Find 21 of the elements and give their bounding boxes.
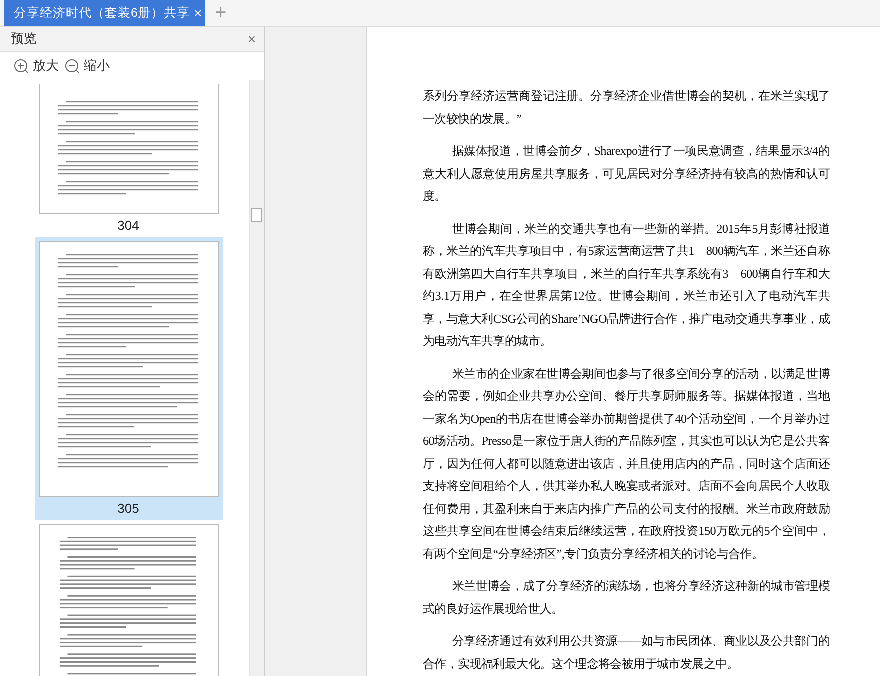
paragraph: 世博会期间，米兰的交通共享也有一些新的举措。2015年5月彭博社报道称，米兰的汽车共享项目中，有5家运营商运营了共1 800辆汽车，米兰还自称有欧洲第四大自行车共享项目，米兰的自行车共享系统有3 600辆自行车和大约3.1万用户，在全世界居第12位。世博会期间，米兰市还引入了电动汽车共享，与意大利CSG公司的Share’NGO品牌进行合作，推广电动交通共享事业，成为电动汽车共享的城市。	[423, 220, 830, 350]
zoom-in-button[interactable]: 放大	[14, 57, 59, 75]
paragraph: 据媒体报道，世博会前夕，Sharexpo进行了一项民意调查，结果显示3/4的意大利人愿意使用房屋共享服务，可见居民对分享经济持有较高的热情和认可度。	[423, 143, 830, 205]
thumbnail-item[interactable]: 305	[34, 237, 222, 520]
tab-title: 分享经济时代（套装6册）共享	[14, 4, 190, 22]
paragraph: 分享经济通过有效利用公共资源——如与市民团体、商业以及公共部门的合作，实现福利最大化。这个理念将会被用于城市发展之中。	[423, 633, 830, 672]
zoom-in-icon	[14, 58, 29, 74]
paragraph: 米兰世博会，成了分享经济的演练场，也将分享经济这种新的城市管理模式的良好运作展现给世人。	[423, 578, 830, 618]
zoom-out-button[interactable]: 缩小	[65, 57, 110, 75]
paragraph: 米兰市的企业家在世博会期间也参与了很多空间分享的活动，以满足世博会的需要，例如企业共享办公空间、餐厅共享厨师服务等。据媒体报道，当地一家名为Open的书店在世博会举办前期曾提供了40个活动空间，一个月举办过60场活动。Presso是一家位于唐人街的产品陈列室，其实也可以认为它是公共客厅，因为任何人都可以随意进出该店，并且使用店内的产品，同时这个店面还支持将空间租给个人，供其举办私人晚宴或者派对。店面不会向居民个人收取任何费用，其盈利来自于来店内推广产品的公司支付的报酬。米兰市政府鼓励这些共享空间在世博会结束后继续运营，在政府投资150万欧元的5个空间中，有两个空间是“分享经济区”,专门负责分享经济相关的讨论与合作。	[423, 366, 830, 562]
document-tab[interactable]: 分享经济时代（套装6册）共享 ×	[4, 0, 205, 26]
zoom-out-icon	[65, 58, 80, 74]
close-button[interactable]: ×	[248, 31, 256, 47]
panel-title: 预览	[11, 30, 37, 48]
page-number: 304	[118, 217, 140, 235]
page-thumbnail[interactable]	[38, 84, 218, 214]
scrollbar-thumb[interactable]	[251, 208, 262, 222]
thumbnail-item[interactable]: 304	[34, 80, 222, 237]
close-icon[interactable]: ×	[194, 5, 202, 21]
paragraph: 系列分享经济运营商登记注册。分享经济企业借世博会的契机，在米兰实现了一次较快的发展。”	[423, 88, 830, 128]
page-number: 305	[118, 500, 140, 518]
